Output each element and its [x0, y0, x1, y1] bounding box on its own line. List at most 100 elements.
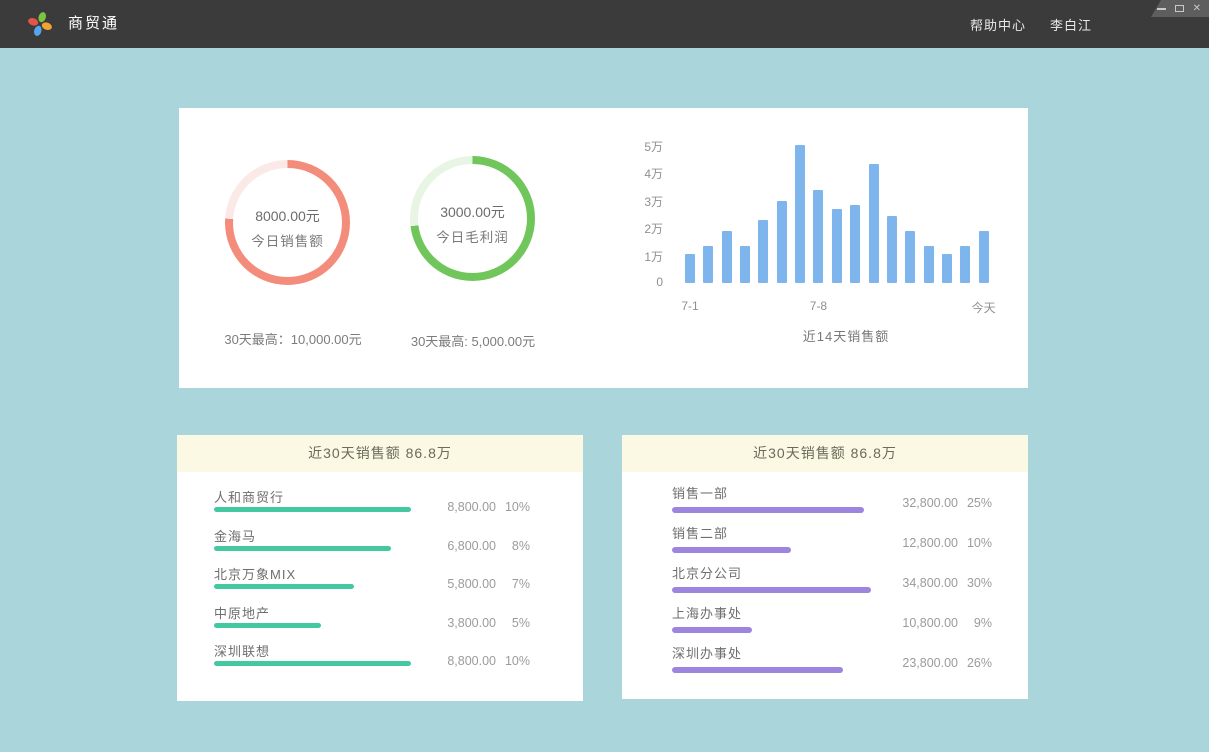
today-sales-label: 今日销售额 [225, 230, 350, 250]
sales-bar [758, 220, 768, 283]
department-progress-bar [672, 547, 791, 553]
department-row: 销售二部 12,800.0010% [622, 521, 1028, 561]
profit-30d-max-label: 30天最高: 5,000.00元 [383, 331, 563, 350]
sales-bar [795, 145, 805, 283]
y-axis-tick: 3万 [609, 193, 663, 210]
customer-progress-bar [214, 507, 411, 512]
department-row: 上海办事处 10,800.009% [622, 601, 1028, 641]
y-axis-tick: 1万 [609, 248, 663, 265]
customer-amount: 5,800.00 [414, 577, 496, 591]
customer-amount: 8,800.00 [414, 500, 496, 514]
customer-progress-bar [214, 623, 321, 628]
customer-percent: 10% [496, 654, 530, 668]
sales-bar [703, 246, 713, 283]
x-axis-tick: 今天 [972, 299, 996, 316]
bar-chart-caption: 近14天销售额 [696, 326, 996, 345]
department-amount: 34,800.00 [876, 576, 958, 590]
today-sales-donut-chart: 8000.00元 今日销售额 [225, 160, 350, 285]
sales-bar [722, 231, 732, 283]
customer-progress-bar [214, 584, 354, 589]
customer-name: 北京万象MIX [214, 564, 296, 583]
department-name: 销售一部 [672, 483, 728, 502]
y-axis-tick: 5万 [609, 138, 663, 155]
department-percent: 30% [958, 576, 992, 590]
customer-progress-bar [214, 546, 391, 551]
y-axis-tick: 0 [609, 275, 663, 289]
sales-bar [924, 246, 934, 283]
customer-name: 中原地产 [214, 603, 270, 622]
customers-ranking-card: 近30天销售额 86.8万 人和商贸行 8,800.0010% 金海马 6,80… [177, 435, 583, 701]
minimize-icon[interactable] [1157, 8, 1166, 10]
department-name: 销售二部 [672, 523, 728, 542]
customer-amount: 8,800.00 [414, 654, 496, 668]
customer-percent: 8% [496, 539, 530, 553]
y-axis-tick: 4万 [609, 165, 663, 182]
customer-name: 金海马 [214, 526, 256, 545]
department-percent: 10% [958, 536, 992, 550]
sales-bar [740, 246, 750, 283]
customer-percent: 10% [496, 500, 530, 514]
sales-bar [685, 254, 695, 283]
department-row: 北京分公司 34,800.0030% [622, 561, 1028, 601]
maximize-icon[interactable] [1175, 5, 1184, 12]
customer-name: 人和商贸行 [214, 487, 284, 506]
department-amount: 12,800.00 [876, 536, 958, 550]
customers-rows: 人和商贸行 8,800.0010% 金海马 6,800.008% 北京万象MIX… [177, 485, 583, 678]
department-amount: 10,800.00 [876, 616, 958, 630]
today-sales-value: 8000.00元 [225, 206, 350, 226]
customer-name: 深圳联想 [214, 641, 270, 660]
customers-card-title: 近30天销售额 86.8万 [177, 435, 583, 472]
close-icon[interactable]: ✕ [1193, 4, 1201, 14]
sales-bar [777, 201, 787, 283]
customer-progress-bar [214, 661, 411, 666]
department-progress-bar [672, 627, 752, 633]
department-percent: 9% [958, 616, 992, 630]
x-axis-tick: 7-1 [681, 299, 698, 313]
customer-percent: 7% [496, 577, 530, 591]
sales-bar [832, 209, 842, 283]
sales-bar [813, 190, 823, 283]
sales-bar [979, 231, 989, 283]
window-controls: ✕ [1151, 0, 1209, 17]
sales-30d-max-label: 30天最高：10,000.00元 [203, 329, 383, 348]
department-progress-bar [672, 507, 864, 513]
department-row: 销售一部 32,800.0025% [622, 481, 1028, 521]
department-percent: 26% [958, 656, 992, 670]
app-logo-pinwheel-icon [27, 11, 53, 37]
department-row: 深圳办事处 23,800.0026% [622, 641, 1028, 681]
sales-bar [960, 246, 970, 283]
help-center-link[interactable]: 帮助中心 [970, 15, 1026, 34]
department-percent: 25% [958, 496, 992, 510]
user-name-menu[interactable]: 李白江 [1050, 15, 1092, 34]
department-progress-bar [672, 667, 843, 673]
customer-amount: 6,800.00 [414, 539, 496, 553]
today-profit-label: 今日毛利润 [410, 226, 535, 246]
customer-percent: 5% [496, 616, 530, 630]
customer-row: 深圳联想 8,800.0010% [177, 639, 583, 678]
department-amount: 32,800.00 [876, 496, 958, 510]
sales-bar [887, 216, 897, 283]
y-axis-tick: 2万 [609, 220, 663, 237]
department-amount: 23,800.00 [876, 656, 958, 670]
department-name: 深圳办事处 [672, 643, 742, 662]
sales-bar [942, 254, 952, 283]
sales-bar [850, 205, 860, 283]
x-axis-tick: 7-8 [810, 299, 827, 313]
titlebar: 商贸通 帮助中心 李白江 ✕ [0, 0, 1209, 48]
department-progress-bar [672, 587, 871, 593]
customer-row: 北京万象MIX 5,800.007% [177, 562, 583, 601]
department-name: 上海办事处 [672, 603, 742, 622]
summary-card: 8000.00元 今日销售额 3000.00元 今日毛利润 30天最高：10,0… [179, 108, 1028, 388]
sales-14d-bar-chart [685, 138, 995, 283]
sales-bar [869, 164, 879, 283]
departments-card-title: 近30天销售额 86.8万 [622, 435, 1028, 472]
customer-row: 中原地产 3,800.005% [177, 601, 583, 640]
department-name: 北京分公司 [672, 563, 742, 582]
departments-ranking-card: 近30天销售额 86.8万 销售一部 32,800.0025% 销售二部 12,… [622, 435, 1028, 699]
customer-amount: 3,800.00 [414, 616, 496, 630]
today-profit-donut-chart: 3000.00元 今日毛利润 [410, 156, 535, 281]
app-title: 商贸通 [68, 0, 119, 48]
sales-bar [905, 231, 915, 283]
departments-rows: 销售一部 32,800.0025% 销售二部 12,800.0010% 北京分公… [622, 481, 1028, 681]
today-profit-value: 3000.00元 [410, 202, 535, 222]
